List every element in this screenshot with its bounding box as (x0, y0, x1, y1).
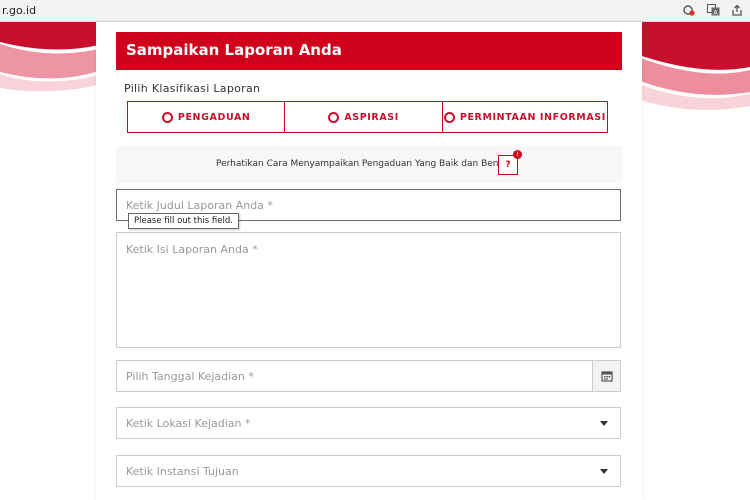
classification-radio-group: PENGADUAN ASPIRASI PERMINTAAN INFORMASI (127, 101, 608, 133)
incident-location-placeholder: Ketik Lokasi Kejadian * (126, 416, 251, 430)
option-aspirasi[interactable]: ASPIRASI (285, 102, 443, 132)
validation-tooltip: Please fill out this field. (128, 213, 239, 229)
background-swoosh-right (630, 22, 750, 110)
browser-action-icons: A (682, 3, 744, 17)
site-settings-icon[interactable] (682, 3, 696, 17)
report-body-placeholder: Ketik Isi Laporan Anda * (126, 243, 258, 256)
report-body-textarea[interactable]: Ketik Isi Laporan Anda * (116, 232, 621, 348)
target-agency-select[interactable]: Ketik Instansi Tujuan (116, 455, 621, 487)
chevron-down-icon (600, 421, 608, 426)
option-permintaan-informasi[interactable]: PERMINTAAN INFORMASI (443, 102, 607, 132)
report-title-placeholder: Ketik Judul Laporan Anda * (126, 198, 273, 212)
guidance-text: Perhatikan Cara Menyampaikan Pengaduan Y… (216, 159, 508, 169)
guidance-box: Perhatikan Cara Menyampaikan Pengaduan Y… (116, 146, 622, 183)
calendar-icon[interactable] (592, 361, 620, 391)
report-form-card: Sampaikan Laporan Anda Pilih Klasifikasi… (96, 22, 642, 500)
radio-circle-icon (161, 111, 173, 123)
address-bar-url[interactable]: r.go.id (2, 4, 36, 17)
share-icon[interactable] (730, 3, 744, 17)
incident-location-select[interactable]: Ketik Lokasi Kejadian * (116, 407, 621, 439)
radio-circle-icon (328, 111, 340, 123)
translate-icon[interactable]: A (706, 3, 720, 17)
classification-label: Pilih Klasifikasi Laporan (124, 82, 261, 95)
notification-badge: ! (513, 150, 522, 159)
incident-date-input[interactable]: Pilih Tanggal Kejadian * (116, 360, 621, 392)
form-title: Sampaikan Laporan Anda (116, 32, 622, 70)
option-label: PERMINTAAN INFORMASI (459, 111, 606, 123)
chevron-down-icon (600, 469, 608, 474)
background-swoosh-left (0, 22, 110, 92)
option-label: ASPIRASI (344, 111, 399, 123)
browser-toolbar: r.go.id A (0, 0, 750, 22)
target-agency-placeholder: Ketik Instansi Tujuan (126, 464, 239, 478)
option-label: PENGADUAN (177, 111, 251, 123)
option-pengaduan[interactable]: PENGADUAN (128, 102, 286, 132)
radio-circle-icon (443, 111, 455, 123)
incident-date-placeholder: Pilih Tanggal Kejadian * (126, 369, 254, 383)
